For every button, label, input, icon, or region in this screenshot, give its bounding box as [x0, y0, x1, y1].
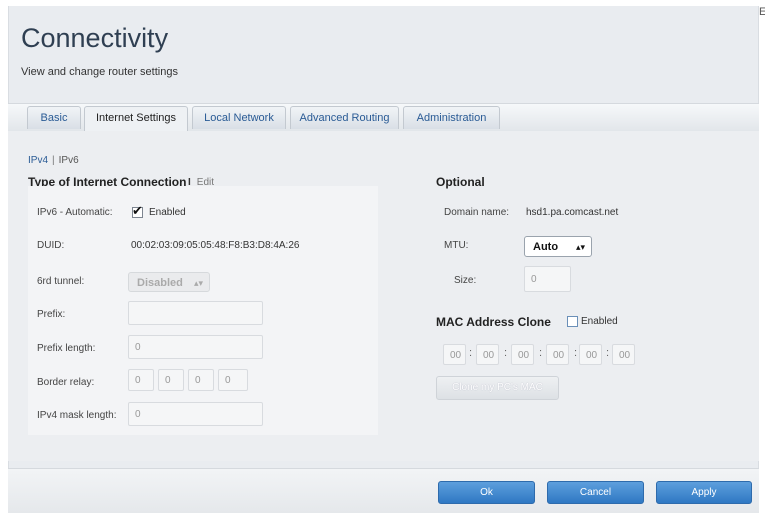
- tab-internet-settings[interactable]: Internet Settings: [84, 106, 188, 131]
- mtu-select[interactable]: Auto ▴▾: [524, 236, 592, 257]
- mtu-label: MTU:: [444, 240, 469, 251]
- border-relay-octet-4[interactable]: 0: [218, 369, 248, 391]
- prefix-input[interactable]: [128, 301, 263, 325]
- 6rd-tunnel-label: 6rd tunnel:: [37, 276, 85, 287]
- prefix-label: Prefix:: [37, 309, 66, 320]
- mac-octet-2[interactable]: 00: [476, 344, 499, 365]
- domain-name-label: Domain name:: [444, 207, 510, 218]
- 6rd-tunnel-select: Disabled ▴▾: [128, 272, 210, 292]
- size-label: Size:: [454, 275, 477, 286]
- tab-basic[interactable]: Basic: [27, 106, 81, 129]
- page-subtitle: View and change router settings: [21, 66, 178, 78]
- ipv4-mask-length-label: IPv4 mask length:: [37, 410, 117, 421]
- mac-separator: :: [504, 347, 508, 359]
- border-relay-label: Border relay:: [37, 377, 95, 388]
- ok-button[interactable]: Ok: [438, 481, 535, 504]
- mtu-value: Auto: [533, 241, 559, 253]
- tab-local-network[interactable]: Local Network: [192, 106, 286, 129]
- mac-clone-checkbox[interactable]: [567, 316, 578, 327]
- page-title: Connectivity: [21, 23, 169, 53]
- ipv6-automatic-checkbox[interactable]: ✔: [132, 203, 143, 218]
- ipv4-link[interactable]: IPv4: [28, 155, 48, 166]
- ipv6-link[interactable]: IPv6: [59, 155, 79, 166]
- 6rd-tunnel-value: Disabled: [137, 277, 183, 289]
- mac-separator: :: [469, 347, 473, 359]
- ipv6-automatic-label: IPv6 - Automatic:: [37, 207, 113, 218]
- mac-octet-4[interactable]: 00: [546, 344, 569, 365]
- footer-bar: [8, 468, 759, 513]
- duid-label: DUID:: [37, 240, 65, 251]
- select-arrows-icon: ▴▾: [193, 278, 203, 288]
- mac-octet-3[interactable]: 00: [511, 344, 534, 365]
- mac-clone-title: MAC Address Clone: [436, 315, 551, 329]
- tab-administration[interactable]: Administration: [403, 106, 500, 129]
- domain-name-value: hsd1.pa.comcast.net: [526, 207, 619, 218]
- ipv6-automatic-value: Enabled: [149, 207, 186, 218]
- mac-clone-enabled-label: Enabled: [581, 316, 618, 327]
- checkmark-icon: ✔: [132, 203, 143, 218]
- ip-version-switch: IPv4 | IPv6: [28, 155, 79, 166]
- mac-separator: :: [539, 347, 543, 359]
- ipv-separator: |: [52, 155, 55, 166]
- apply-button[interactable]: Apply: [656, 481, 752, 504]
- mac-octet-5[interactable]: 00: [579, 344, 602, 365]
- cancel-button[interactable]: Cancel: [547, 481, 644, 504]
- prefix-length-input[interactable]: 0: [128, 335, 263, 359]
- optional-title: Optional: [436, 175, 485, 189]
- mac-separator: :: [606, 347, 610, 359]
- select-arrows-icon: ▴▾: [575, 242, 585, 252]
- mac-octet-1[interactable]: 00: [443, 344, 466, 365]
- duid-value: 00:02:03:09:05:05:48:F8:B3:D8:4A:26: [131, 240, 300, 251]
- border-relay-octet-1[interactable]: 0: [128, 369, 154, 391]
- border-relay-octet-3[interactable]: 0: [188, 369, 214, 391]
- border-relay-octet-2[interactable]: 0: [158, 369, 184, 391]
- ipv4-mask-length-input[interactable]: 0: [128, 402, 263, 426]
- mac-octet-6[interactable]: 00: [612, 344, 635, 365]
- mtu-size-input[interactable]: 0: [524, 266, 571, 292]
- corner-mark: E: [759, 6, 765, 18]
- tab-advanced-routing[interactable]: Advanced Routing: [290, 106, 399, 129]
- clone-mac-button[interactable]: Clone my PC's MAC: [436, 376, 559, 400]
- mac-separator: :: [574, 347, 578, 359]
- prefix-length-label: Prefix length:: [37, 343, 96, 354]
